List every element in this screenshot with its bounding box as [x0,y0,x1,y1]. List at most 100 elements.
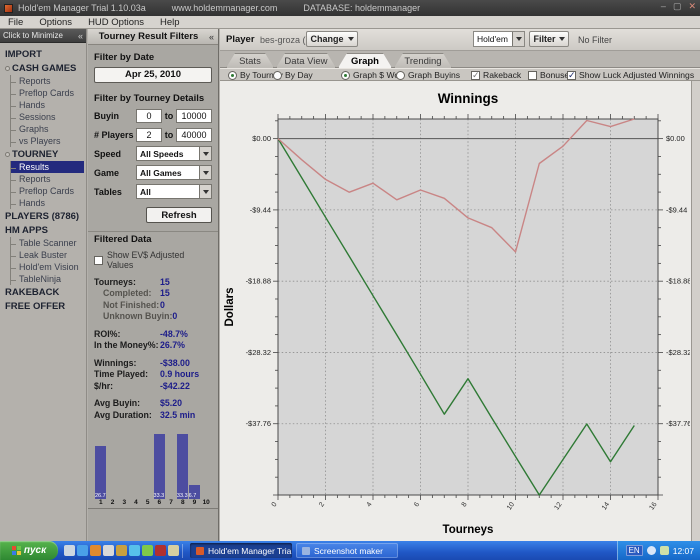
chevron-down-icon[interactable] [199,185,211,198]
radio-graph-buyins[interactable]: Graph Buyins [396,70,460,80]
svg-text:-$18.88: -$18.88 [666,277,690,286]
stat-row: Time Played: 0.9 hours [94,369,212,381]
ev-checkbox[interactable] [94,255,103,265]
tray-app-icon[interactable] [659,546,669,555]
folder-icon[interactable] [168,545,179,556]
tables-value: All [140,186,151,197]
collapse-panel-icon[interactable]: « [209,32,218,42]
sidebar-item-reports[interactable]: Reports [11,173,86,185]
tab-trending[interactable]: Trending [394,53,452,68]
sidebar-section-import[interactable]: IMPORT [5,47,86,61]
taskbar-task-holdem-manager[interactable]: Hold'em Manager Tria... [190,543,292,558]
speed-select[interactable]: All Speeds [136,146,212,161]
maximize-button[interactable]: ▢ [673,1,682,12]
skype-icon[interactable] [129,545,140,556]
expand-icon[interactable] [5,66,10,71]
date-button[interactable]: Apr 25, 2010 [94,67,212,83]
sidebar-section-rakeback[interactable]: RAKEBACK [5,285,86,299]
chevron-down-icon[interactable] [199,166,211,179]
filter-button[interactable]: Filter [529,31,569,47]
sidebar-section-cash-games[interactable]: CASH GAMES [5,61,86,75]
stat-value: 15 [160,288,170,299]
sidebar-section-free-offer[interactable]: FREE OFFER [5,299,86,313]
divider [88,231,218,232]
sidebar-item-tableninja[interactable]: TableNinja [11,273,86,285]
show-desktop-icon[interactable] [64,545,75,556]
radio-icon[interactable] [341,70,350,80]
sidebar-item-vs-players[interactable]: vs Players [11,135,86,147]
tab-graph[interactable]: Graph [338,53,392,68]
buyin-from-input[interactable]: 0 [136,108,162,123]
mail-icon[interactable] [116,545,127,556]
close-button[interactable]: ✕ [688,1,696,12]
sidebar-item-graphs[interactable]: Graphs [11,123,86,135]
menu-help[interactable]: Help [152,17,188,28]
checkbox-rakeback[interactable]: Rakeback [471,70,521,81]
ev-checkbox-row[interactable]: Show EV$ Adjusted Values [94,250,212,270]
checkbox-icon[interactable] [471,70,480,81]
tab-data-view[interactable]: Data View [276,53,336,68]
sidebar-section-tourney[interactable]: TOURNEY [5,147,86,161]
radio-graph-won[interactable]: Graph $ Won [341,70,404,80]
sidebar-item-hands[interactable]: Hands [11,99,86,111]
svg-text:0: 0 [271,501,279,508]
ie-icon[interactable] [77,545,88,556]
mini-bar-slot [142,431,154,499]
expand-icon[interactable] [5,152,10,157]
change-player-button[interactable]: Change [306,31,358,47]
sidebar-section-players-8786-[interactable]: PLAYERS (8786) [5,209,86,223]
collapse-left-icon: « [77,30,83,41]
menu-hud-options[interactable]: HUD Options [80,17,152,28]
sidebar-minimize-bar[interactable]: Click to Minimize « [0,29,86,43]
radio-icon[interactable] [396,70,405,80]
opera-icon[interactable] [155,545,166,556]
player-label: Player [226,34,255,45]
firefox-icon[interactable] [90,545,101,556]
scrollbar-track[interactable] [691,81,700,541]
mini-chart-x-labels: 1 2 3 4 5 6 7 8 9 10 [94,499,212,506]
icq-icon[interactable] [142,545,153,556]
sidebar-item-preflop-cards[interactable]: Preflop Cards [11,87,86,99]
stat-label: Completed: [103,288,152,299]
game-select[interactable]: All Games [136,165,212,180]
players-from-input[interactable]: 2 [136,127,162,142]
game-type-select[interactable]: Hold'em [473,31,525,47]
taskbar-task-screenshot-maker[interactable]: Screenshot maker [296,543,398,558]
checkbox-icon[interactable] [567,70,576,81]
tab-stats[interactable]: Stats [226,53,274,68]
menu-options[interactable]: Options [31,17,80,28]
filter-by-date-label: Filter by Date [94,52,155,63]
main-content: Player bes-groza (PS) Change Hold'em Fil… [220,29,700,541]
sidebar-item-sessions[interactable]: Sessions [11,111,86,123]
chevron-down-icon[interactable] [199,147,211,160]
minimize-button[interactable]: – [661,1,666,12]
radio-icon[interactable] [273,70,282,80]
chevron-down-icon[interactable] [512,32,524,46]
sidebar-item-hold-em-vision[interactable]: Hold'em Vision [11,261,86,273]
chrome-icon[interactable] [103,545,114,556]
refresh-button[interactable]: Refresh [146,207,212,223]
volume-icon[interactable] [646,546,656,555]
sidebar-item-table-scanner[interactable]: Table Scanner [11,237,86,249]
radio-icon[interactable] [228,70,237,80]
tables-select[interactable]: All [136,184,212,199]
checkbox-show-luck-adjusted-winnings[interactable]: Show Luck Adjusted Winnings [567,70,694,81]
sidebar-section-hm-apps[interactable]: HM APPS [5,223,86,237]
sidebar-item-hands[interactable]: Hands [11,197,86,209]
window-url: www.holdemmanager.com [171,3,278,13]
sidebar-item-preflop-cards[interactable]: Preflop Cards [11,185,86,197]
sidebar-item-leak-buster[interactable]: Leak Buster [11,249,86,261]
checkbox-icon[interactable] [528,70,537,80]
language-indicator[interactable]: EN [625,545,643,556]
buyin-to-input[interactable]: 10000 [176,108,212,123]
mini-x-label: 4 [134,498,138,506]
players-to-input[interactable]: 40000 [176,127,212,142]
radio-by-day[interactable]: By Day [273,70,313,80]
sidebar-item-results[interactable]: Results [11,161,84,173]
tab-row: Stats Data View Graph Trending [220,51,700,68]
start-button[interactable]: пуск [0,541,58,560]
menu-file[interactable]: File [0,17,31,28]
sidebar-item-reports[interactable]: Reports [11,75,86,87]
svg-text:10: 10 [506,501,516,511]
game-row: Game All Games [94,165,212,180]
